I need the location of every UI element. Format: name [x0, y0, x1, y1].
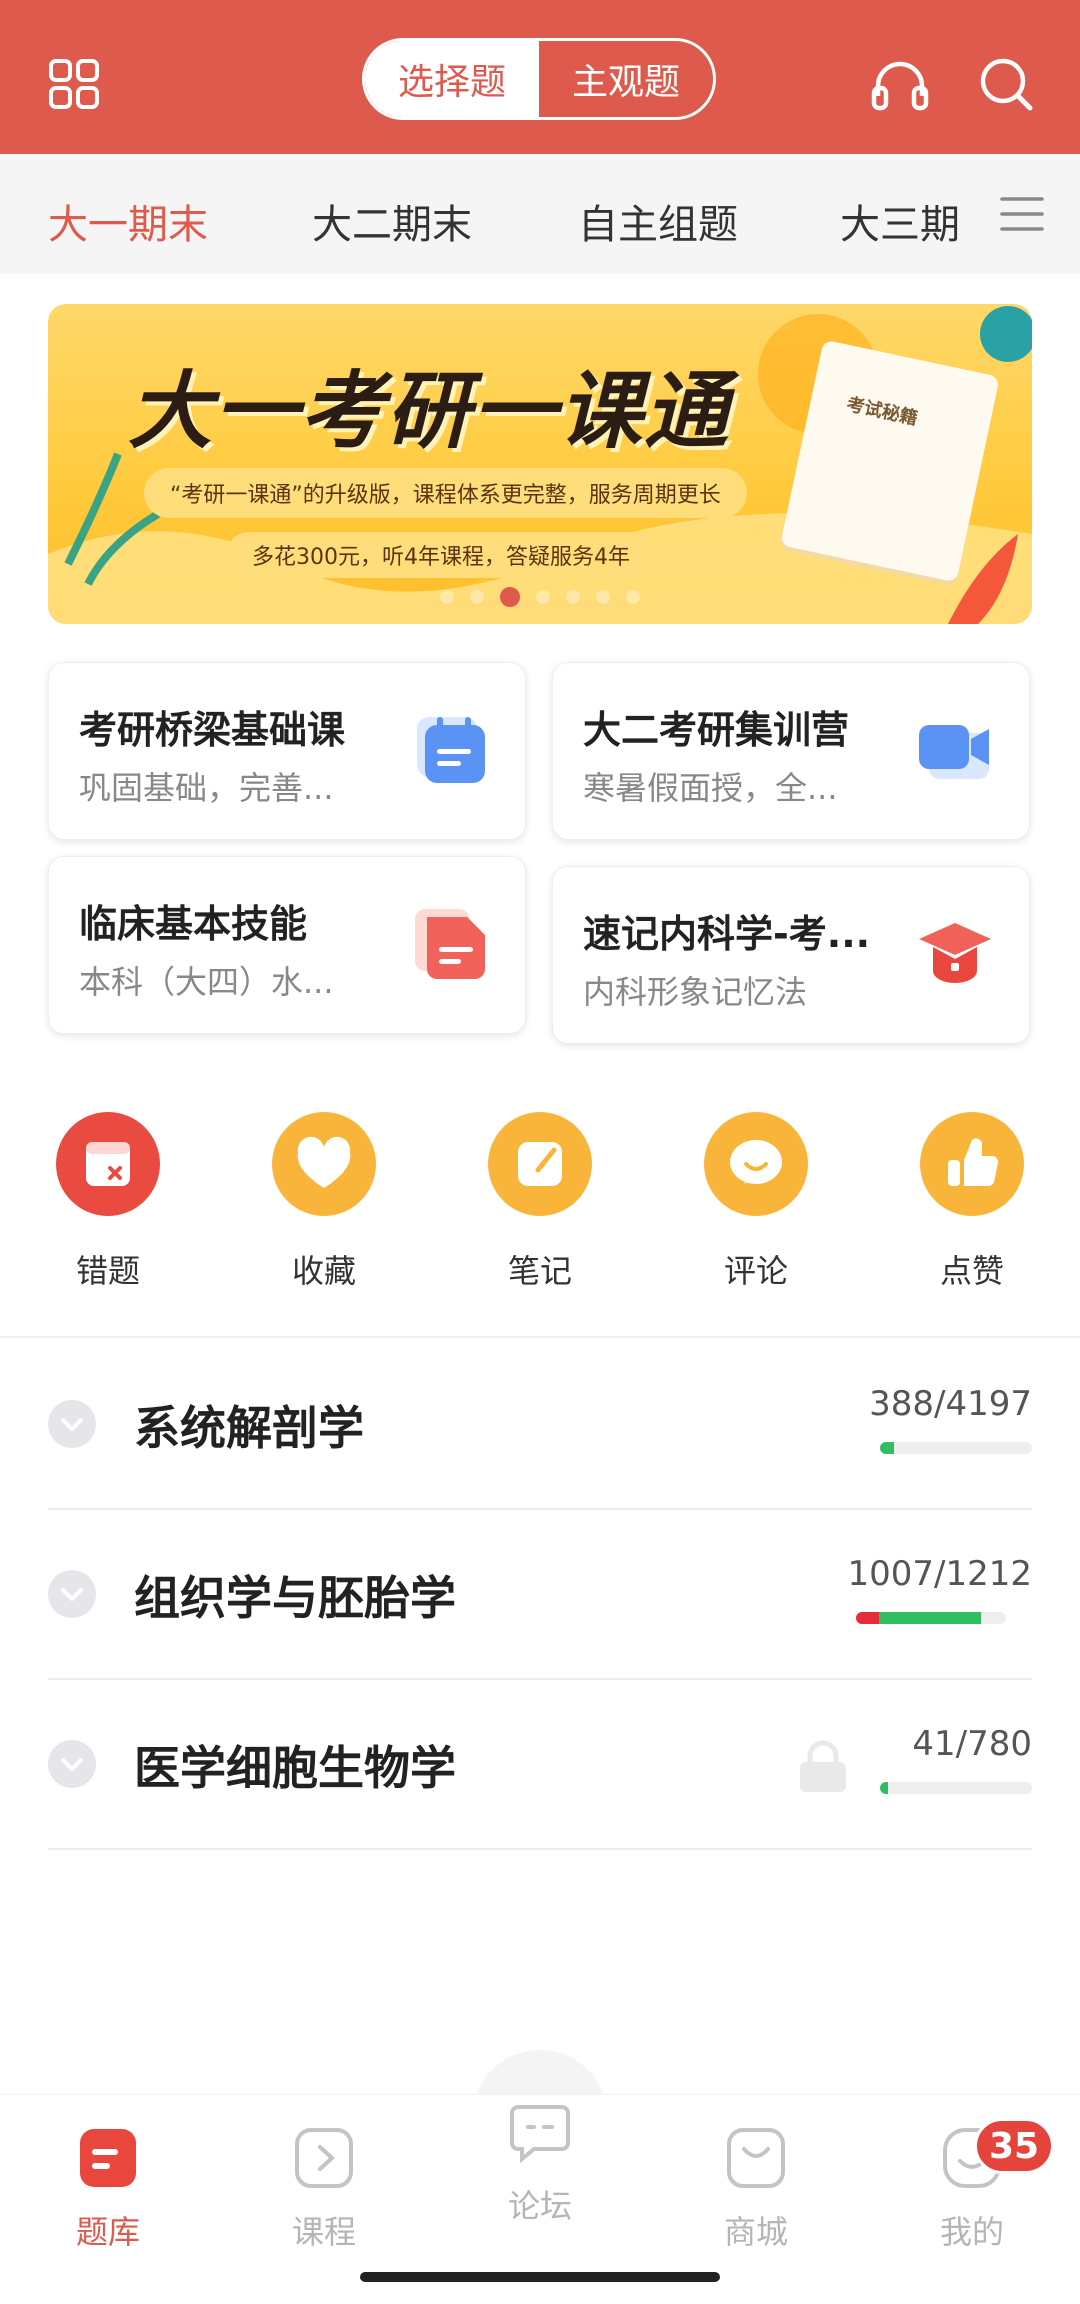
quick-action-label: 笔记: [507, 1252, 572, 1290]
carousel-dot: [440, 590, 454, 604]
quick-action-label: 点赞: [939, 1252, 1004, 1290]
card-title: 临床基本技能: [79, 902, 308, 946]
nav-courses[interactable]: 课程: [264, 2127, 384, 2253]
nav-label: 课程: [291, 2213, 356, 2251]
subject-row[interactable]: 医学细胞生物学 41/780: [48, 1680, 1032, 1850]
card-title: 速记内科学-考...: [583, 912, 871, 956]
subject-progress-bar: [856, 1612, 1006, 1624]
home-indicator[interactable]: [360, 2272, 720, 2282]
course-card-internal-medicine[interactable]: 速记内科学-考... 内科形象记忆法: [552, 866, 1030, 1044]
tab-junior-final[interactable]: 大三期: [840, 192, 964, 250]
question-bank-icon: [80, 2129, 136, 2187]
comment-icon: [704, 1112, 808, 1216]
headphones-icon[interactable]: [870, 56, 930, 112]
subject-progress-count: 1007/1212: [847, 1554, 1032, 1594]
quick-action-label: 评论: [723, 1252, 788, 1290]
grid-icon[interactable]: [48, 58, 100, 110]
store-icon: [727, 2128, 785, 2188]
menu-icon[interactable]: [1000, 195, 1044, 233]
notebook-title: 考试秘籍: [844, 394, 920, 430]
subject-name: 医学细胞生物学: [134, 1741, 456, 1795]
nav-question-bank[interactable]: 题库: [48, 2127, 168, 2253]
forum-icon: [510, 2105, 570, 2164]
notification-badge: 35: [974, 2118, 1055, 2174]
quick-action-likes[interactable]: 点赞: [912, 1112, 1032, 1292]
question-type-toggle: 选择题 主观题: [362, 38, 716, 120]
progress-done: [880, 1782, 888, 1794]
nav-label: 我的: [939, 2213, 1004, 2251]
quick-action-comments[interactable]: 评论: [696, 1112, 816, 1292]
progress-done: [879, 1612, 981, 1624]
card-subtitle: 本科（大四）水...: [79, 963, 334, 1001]
subject-progress-bar: [880, 1442, 1032, 1454]
subject-name: 系统解剖学: [134, 1401, 364, 1455]
search-icon[interactable]: [978, 56, 1034, 112]
carousel-dot: [566, 590, 580, 604]
course-card-bridge-basics[interactable]: 考研桥梁基础课 巩固基础，完善...: [48, 662, 526, 840]
graduation-cap-icon: [919, 923, 991, 983]
section-divider: [0, 1336, 1080, 1338]
subject-row[interactable]: 组织学与胚胎学 1007/1212: [48, 1510, 1032, 1680]
subject-name: 组织学与胚胎学: [134, 1571, 456, 1625]
subject-row[interactable]: 系统解剖学 388/4197: [48, 1340, 1032, 1510]
carousel-dot: [626, 590, 640, 604]
nav-forum[interactable]: 论坛: [480, 2105, 600, 2227]
quick-action-label: 错题: [75, 1252, 140, 1290]
banner-title: 大一考研一课通: [128, 362, 731, 460]
promo-banner[interactable]: 大一考研一课通 “考研一课通”的升级版，课程体系更完整，服务周期更长 多花300…: [48, 304, 1032, 624]
nav-label: 论坛: [507, 2187, 572, 2225]
carousel-dot: [470, 590, 484, 604]
carousel-indicator: [48, 587, 1032, 607]
heart-icon: [272, 1112, 376, 1216]
document-icon: [415, 909, 485, 979]
card-title: 考研桥梁基础课: [79, 708, 346, 752]
tab-custom-quiz[interactable]: 自主组题: [578, 192, 738, 250]
video-icon: [919, 725, 989, 779]
subject-progress-bar: [880, 1782, 1032, 1794]
tab-subjective-questions[interactable]: 主观题: [539, 41, 713, 117]
subject-progress-count: 388/4197: [869, 1384, 1032, 1424]
carousel-dot-active: [500, 587, 520, 607]
card-subtitle: 寒暑假面授，全...: [583, 769, 838, 807]
card-subtitle: 内科形象记忆法: [583, 973, 808, 1011]
nav-store[interactable]: 商城: [696, 2127, 816, 2253]
chevron-down-icon[interactable]: [48, 1400, 96, 1448]
nav-label: 题库: [75, 2213, 140, 2251]
quick-action-label: 收藏: [291, 1252, 356, 1290]
nav-label: 商城: [723, 2213, 788, 2251]
wrong-questions-icon: [56, 1112, 160, 1216]
banner-offer: 多花300元，听4年课程，答疑服务4年: [226, 532, 656, 578]
app-header: 选择题 主观题: [0, 0, 1080, 154]
quick-action-notes[interactable]: 笔记: [480, 1112, 600, 1292]
note-icon: [488, 1112, 592, 1216]
category-tabs: 大一期末 大二期末 自主组题 大三期: [0, 154, 1080, 274]
subject-progress-count: 41/780: [912, 1724, 1032, 1764]
tab-sophomore-final[interactable]: 大二期末: [312, 192, 472, 250]
thumbs-up-icon: [920, 1112, 1024, 1216]
banner-tagline: “考研一课通”的升级版，课程体系更完整，服务周期更长: [144, 468, 747, 518]
tab-choice-questions[interactable]: 选择题: [365, 41, 539, 117]
course-card-training-camp[interactable]: 大二考研集训营 寒暑假面授，全...: [552, 662, 1030, 840]
carousel-dot: [536, 590, 550, 604]
course-card-clinical-skills[interactable]: 临床基本技能 本科（大四）水...: [48, 856, 526, 1034]
quick-action-wrong-questions[interactable]: 错题: [48, 1112, 168, 1292]
progress-wrong: [856, 1612, 879, 1624]
courses-icon: [295, 2128, 353, 2188]
quick-action-favorites[interactable]: 收藏: [264, 1112, 384, 1292]
lock-icon: [800, 1740, 846, 1792]
progress-done: [880, 1442, 894, 1454]
chevron-down-icon[interactable]: [48, 1740, 96, 1788]
card-subtitle: 巩固基础，完善...: [79, 769, 334, 807]
chevron-down-icon[interactable]: [48, 1570, 96, 1618]
tab-freshman-final[interactable]: 大一期末: [48, 192, 208, 250]
calendar-icon: [417, 717, 485, 783]
card-title: 大二考研集训营: [583, 708, 850, 752]
carousel-dot: [596, 590, 610, 604]
